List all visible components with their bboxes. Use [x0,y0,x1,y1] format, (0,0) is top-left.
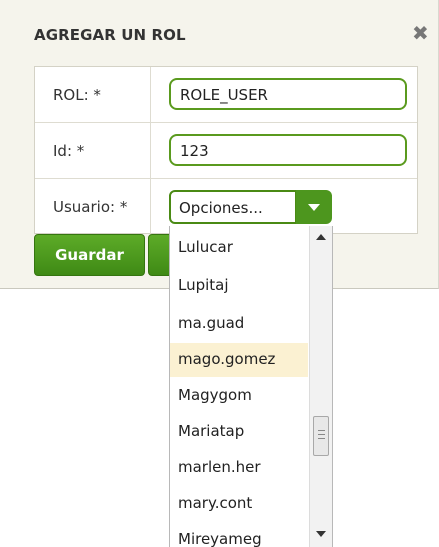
list-item[interactable]: marlen.her [170,451,308,485]
scrollbar[interactable] [309,226,332,547]
chevron-down-icon[interactable] [296,190,332,224]
form-row-id: Id: * 123 [35,123,417,179]
dialog-title: AGREGAR UN ROL [34,26,186,44]
grip-line [318,434,325,435]
list-item[interactable]: Mariatap [170,415,308,449]
list-item[interactable]: Magygom [170,379,308,413]
grip-line [318,438,325,439]
list-item[interactable]: Mireyameg [170,523,308,547]
usuario-dropdown-list[interactable]: Lulucar Lupitaj ma.guad mago.gomez Magyg… [169,226,333,547]
dialog-titlebar: AGREGAR UN ROL ✖ [0,0,438,58]
list-item[interactable]: Lulucar [170,231,308,265]
usuario-label: Usuario: * [53,198,128,216]
label-cell: Usuario: * [35,179,151,234]
rol-input[interactable]: ROLE_USER [169,78,407,110]
scroll-down-icon[interactable] [316,531,326,537]
save-button[interactable]: Guardar [34,234,145,276]
list-item[interactable]: ma.guad [170,307,308,341]
scrollbar-thumb[interactable] [313,416,329,456]
form-row-rol: ROL: * ROLE_USER [35,67,417,123]
role-form: ROL: * ROLE_USER Id: * 123 Usuario: * Op… [34,66,418,234]
scroll-up-icon[interactable] [316,234,326,240]
usuario-select-value[interactable]: Opciones... [169,190,297,224]
close-icon[interactable]: ✖ [412,22,429,44]
list-item[interactable]: mary.cont [170,487,308,521]
rol-label: ROL: * [53,86,101,104]
id-input[interactable]: 123 [169,134,407,166]
usuario-select[interactable]: Opciones... [169,190,333,224]
label-cell: ROL: * [35,67,151,122]
label-cell: Id: * [35,123,151,178]
grip-line [318,430,325,431]
id-label: Id: * [53,142,85,160]
list-item[interactable]: Lupitaj [170,269,308,303]
list-item-highlighted[interactable]: mago.gomez [170,343,308,377]
